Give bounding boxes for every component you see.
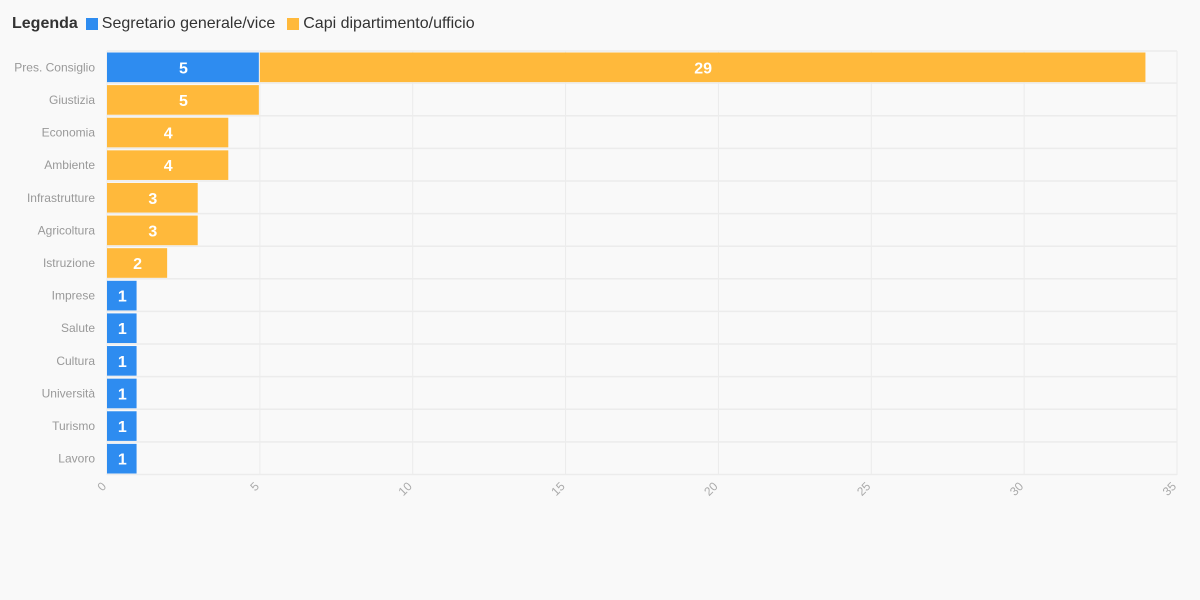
category-label: Cultura — [56, 354, 95, 368]
bar-value-label: 1 — [118, 321, 127, 338]
bar-value-label: 1 — [118, 386, 127, 403]
bar-value-label: 1 — [118, 452, 127, 469]
category-label: Università — [42, 386, 96, 400]
x-tick-label: 25 — [854, 479, 874, 499]
tick-labels: 0 5 10 15 20 25 30 35 — [94, 479, 1179, 499]
category-label: Turismo — [52, 419, 95, 433]
x-tick-label: 0 — [94, 479, 109, 494]
category-label: Infrastrutture — [27, 191, 95, 205]
bar-chart: 5 29544332111111 Pres. ConsiglioGiustizia… — [14, 50, 1179, 499]
bar-value-label: 1 — [118, 354, 127, 371]
category-label: Giustizia — [49, 93, 95, 107]
x-tick-label: 10 — [395, 479, 415, 499]
category-label: Ambiente — [44, 158, 95, 172]
x-tick-label: 20 — [701, 479, 721, 499]
bar-value-label: 1 — [118, 289, 127, 306]
category-label: Imprese — [52, 289, 96, 303]
x-tick-label: 5 — [247, 479, 262, 494]
category-label: Pres. Consiglio — [14, 60, 95, 74]
x-tick-label: 30 — [1007, 479, 1027, 499]
bar-value-label: 5 — [179, 60, 188, 77]
category-labels: Pres. Consiglio Giustizia Economia Ambiente… — [14, 60, 95, 465]
x-tick-label: 15 — [548, 479, 568, 499]
bar-value-label: 3 — [148, 191, 157, 208]
bar-value-label: 4 — [164, 158, 173, 175]
category-label: Salute — [61, 321, 95, 335]
bar-value-label: 1 — [118, 419, 127, 436]
category-label: Economia — [42, 126, 96, 140]
x-tick-label: 35 — [1160, 479, 1180, 499]
bar-value-label: 2 — [133, 256, 142, 273]
bar-value-label: 4 — [164, 126, 173, 143]
bar-value-label: 5 — [179, 93, 188, 110]
category-label: Istruzione — [43, 256, 95, 270]
category-label: Lavoro — [58, 452, 95, 466]
grid-lines — [106, 50, 1178, 476]
bar-value-label: 29 — [694, 60, 712, 77]
category-label: Agricoltura — [38, 223, 96, 237]
bar-value-label: 3 — [148, 223, 157, 240]
